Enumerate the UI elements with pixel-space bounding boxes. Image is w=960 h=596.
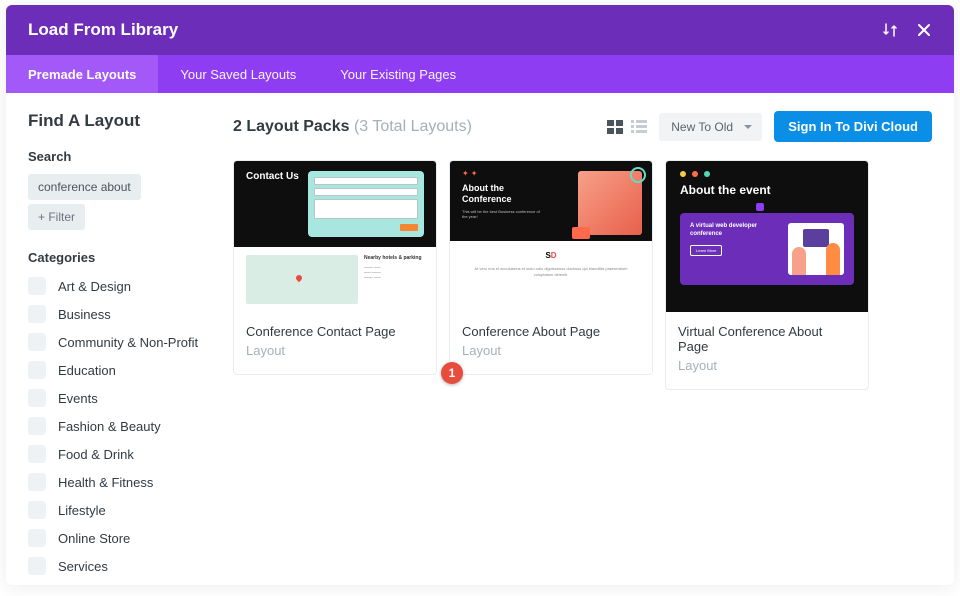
category-item[interactable]: Events: [28, 389, 201, 407]
checkbox-icon: [28, 361, 46, 379]
grid-view-icon[interactable]: [607, 120, 623, 134]
checkbox-icon: [28, 277, 46, 295]
categories-label: Categories: [28, 250, 201, 265]
sidebar-heading: Find A Layout: [28, 111, 201, 131]
layout-thumbnail: About the event A virtual web developer …: [666, 161, 868, 312]
category-item[interactable]: Health & Fitness: [28, 473, 201, 491]
thumb-heading: About the event: [680, 183, 854, 197]
category-item[interactable]: Lifestyle: [28, 501, 201, 519]
library-modal: Load From Library Premade Layouts Your S…: [6, 5, 954, 585]
checkbox-icon: [28, 389, 46, 407]
card-subtitle: Layout: [246, 343, 424, 358]
search-label: Search: [28, 149, 201, 164]
signin-button[interactable]: Sign In To Divi Cloud: [774, 111, 932, 142]
modal-body: Find A Layout Search conference about + …: [6, 93, 954, 585]
modal-title: Load From Library: [28, 20, 178, 40]
packs-count: 2 Layout Packs: [233, 118, 350, 135]
header-actions: [882, 22, 932, 38]
layout-thumbnail: Contact Us Nearby hotels & parking –––– …: [234, 161, 436, 312]
close-icon[interactable]: [916, 22, 932, 38]
card-body: Conference About Page Layout: [450, 312, 652, 374]
tabs: Premade Layouts Your Saved Layouts Your …: [6, 55, 954, 93]
category-item[interactable]: Online Store: [28, 529, 201, 547]
sidebar: Find A Layout Search conference about + …: [6, 93, 211, 585]
card-body: Virtual Conference About Page Layout: [666, 312, 868, 389]
layout-card[interactable]: About the event A virtual web developer …: [665, 160, 869, 390]
checkbox-icon: [28, 417, 46, 435]
category-item[interactable]: Business: [28, 305, 201, 323]
layout-card-wrap: Contact Us Nearby hotels & parking –––– …: [233, 160, 437, 390]
layout-thumbnail: ✦✦ About the Conference This will be the…: [450, 161, 652, 312]
main-panel: 2 Layout Packs (3 Total Layouts) New To …: [211, 93, 954, 585]
checkbox-icon: [28, 445, 46, 463]
total-layouts: (3 Total Layouts): [354, 118, 472, 135]
checkbox-icon: [28, 305, 46, 323]
thumb-address: Nearby hotels & parking –––– –––––– ––––…: [364, 255, 424, 304]
card-title: Conference About Page: [462, 324, 640, 339]
layout-card[interactable]: ✦✦ About the Conference This will be the…: [449, 160, 653, 375]
sort-select-wrap: New To Old: [659, 113, 762, 141]
category-item[interactable]: Art & Design: [28, 277, 201, 295]
sort-toggle-icon[interactable]: [882, 22, 898, 38]
category-item[interactable]: Education: [28, 361, 201, 379]
tab-existing-pages[interactable]: Your Existing Pages: [318, 55, 478, 93]
thumb-illustration: [788, 223, 844, 275]
thumb-form: [308, 171, 424, 237]
thumb-heading: About the Conference: [462, 183, 542, 205]
search-chip[interactable]: conference about: [28, 174, 141, 200]
card-title: Conference Contact Page: [246, 324, 424, 339]
card-title: Virtual Conference About Page: [678, 324, 856, 354]
checkbox-icon: [28, 333, 46, 351]
checkbox-icon: [28, 557, 46, 575]
main-header-actions: New To Old Sign In To Divi Cloud: [607, 111, 932, 142]
category-item[interactable]: Community & Non-Profit: [28, 333, 201, 351]
packs-title-wrap: 2 Layout Packs (3 Total Layouts): [233, 118, 472, 136]
checkbox-icon: [28, 529, 46, 547]
category-list: Art & Design Business Community & Non-Pr…: [28, 277, 201, 585]
thumb-map: [246, 255, 358, 304]
search-chips: conference about + Filter: [28, 174, 201, 230]
step-badge: 1: [441, 362, 463, 384]
category-item[interactable]: Services: [28, 557, 201, 575]
sort-select[interactable]: New To Old: [659, 113, 762, 141]
modal-header: Load From Library: [6, 5, 954, 55]
layout-card-wrap: 1 ✦✦ About the Conference This will be t…: [449, 160, 653, 390]
checkbox-icon: [28, 473, 46, 491]
category-item[interactable]: Fashion & Beauty: [28, 417, 201, 435]
thumb-image: [578, 171, 642, 235]
tab-premade-layouts[interactable]: Premade Layouts: [6, 55, 158, 93]
card-subtitle: Layout: [462, 343, 640, 358]
layout-card[interactable]: Contact Us Nearby hotels & parking –––– …: [233, 160, 437, 375]
tab-saved-layouts[interactable]: Your Saved Layouts: [158, 55, 318, 93]
view-toggle: [607, 120, 647, 134]
list-view-icon[interactable]: [631, 120, 647, 134]
checkbox-icon: [28, 501, 46, 519]
layout-grid: Contact Us Nearby hotels & parking –––– …: [233, 160, 932, 390]
main-header: 2 Layout Packs (3 Total Layouts) New To …: [233, 111, 932, 142]
layout-card-wrap: About the event A virtual web developer …: [665, 160, 869, 390]
card-subtitle: Layout: [678, 358, 856, 373]
add-filter-chip[interactable]: + Filter: [28, 204, 85, 230]
category-item[interactable]: Food & Drink: [28, 445, 201, 463]
card-body: Conference Contact Page Layout: [234, 312, 436, 374]
